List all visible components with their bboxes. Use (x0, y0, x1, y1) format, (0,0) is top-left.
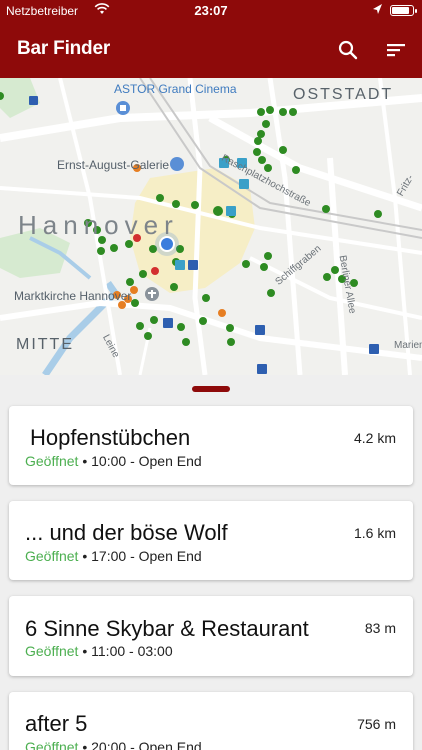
bar-list-sheet: Hopfenstübchen 4.2 km Geöffnet • 10:00 -… (0, 375, 422, 750)
bar-name: Hopfenstübchen (30, 425, 191, 450)
map-view[interactable]: ASTOR Grand Cinema OSTSTADT Ernst-August… (0, 78, 422, 375)
app-title: Bar Finder (17, 38, 111, 59)
bar-status: Geöffnet (25, 643, 79, 659)
status-bar: Netzbetreiber 23:07 (0, 0, 422, 22)
map-label-city: Hannover (18, 210, 179, 240)
bar-distance: 1.6 km (353, 525, 396, 541)
bar-opening-info: Geöffnet • 11:00 - 03:00 (25, 643, 173, 659)
app-bar: Bar Finder (0, 22, 422, 78)
map-label-marien: Marien (394, 340, 422, 351)
bar-name: ... und der böse Wolf (25, 520, 228, 545)
bar-distance: 83 m (364, 620, 396, 636)
battery-icon (390, 5, 417, 16)
separator: • (82, 453, 88, 469)
bar-card[interactable]: 6 Sinne Skybar & Restaurant 83 m Geöffne… (9, 596, 413, 676)
bar-hours: 11:00 - 03:00 (91, 643, 173, 659)
sort-icon (387, 44, 405, 57)
search-button[interactable] (332, 34, 364, 66)
bar-status: Geöffnet (25, 548, 79, 564)
separator: • (82, 643, 88, 659)
sort-button[interactable] (380, 34, 412, 66)
location-arrow-icon (372, 3, 383, 19)
bar-card[interactable]: after 5 756 m Geöffnet • 20:00 - Open En… (9, 692, 413, 750)
separator: • (82, 739, 88, 750)
bar-card[interactable]: Hopfenstübchen 4.2 km Geöffnet • 10:00 -… (9, 406, 413, 485)
bar-opening-info: Geöffnet • 10:00 - Open End (25, 453, 202, 469)
bar-card[interactable]: ... und der böse Wolf 1.6 km Geöffnet • … (9, 501, 413, 580)
bar-distance: 4.2 km (353, 430, 396, 446)
bar-opening-info: Geöffnet • 20:00 - Open End (25, 739, 202, 750)
bar-opening-info: Geöffnet • 17:00 - Open End (25, 548, 202, 564)
map-label-galerie: Ernst-August-Galerie (57, 158, 170, 172)
bar-status: Geöffnet (25, 453, 79, 469)
battery-fill (392, 7, 409, 14)
bar-name: 6 Sinne Skybar & Restaurant (25, 616, 309, 641)
map-label-marktkirche: Marktkirche Hannover (14, 289, 132, 303)
bar-hours: 20:00 - Open End (91, 739, 202, 750)
clock: 23:07 (194, 3, 228, 18)
map-label-astor: ASTOR Grand Cinema (114, 82, 237, 96)
bar-status: Geöffnet (25, 739, 79, 750)
bar-hours: 10:00 - Open End (91, 453, 202, 469)
sheet-drag-handle[interactable] (192, 386, 230, 392)
bar-distance: 756 m (357, 716, 396, 732)
map-label-mitte: MITTE (16, 336, 74, 353)
map-label-oststadt: OSTSTADT (293, 86, 394, 103)
search-icon (338, 40, 358, 60)
bar-hours: 17:00 - Open End (91, 548, 202, 564)
separator: • (82, 548, 88, 564)
bar-name: after 5 (25, 711, 88, 736)
